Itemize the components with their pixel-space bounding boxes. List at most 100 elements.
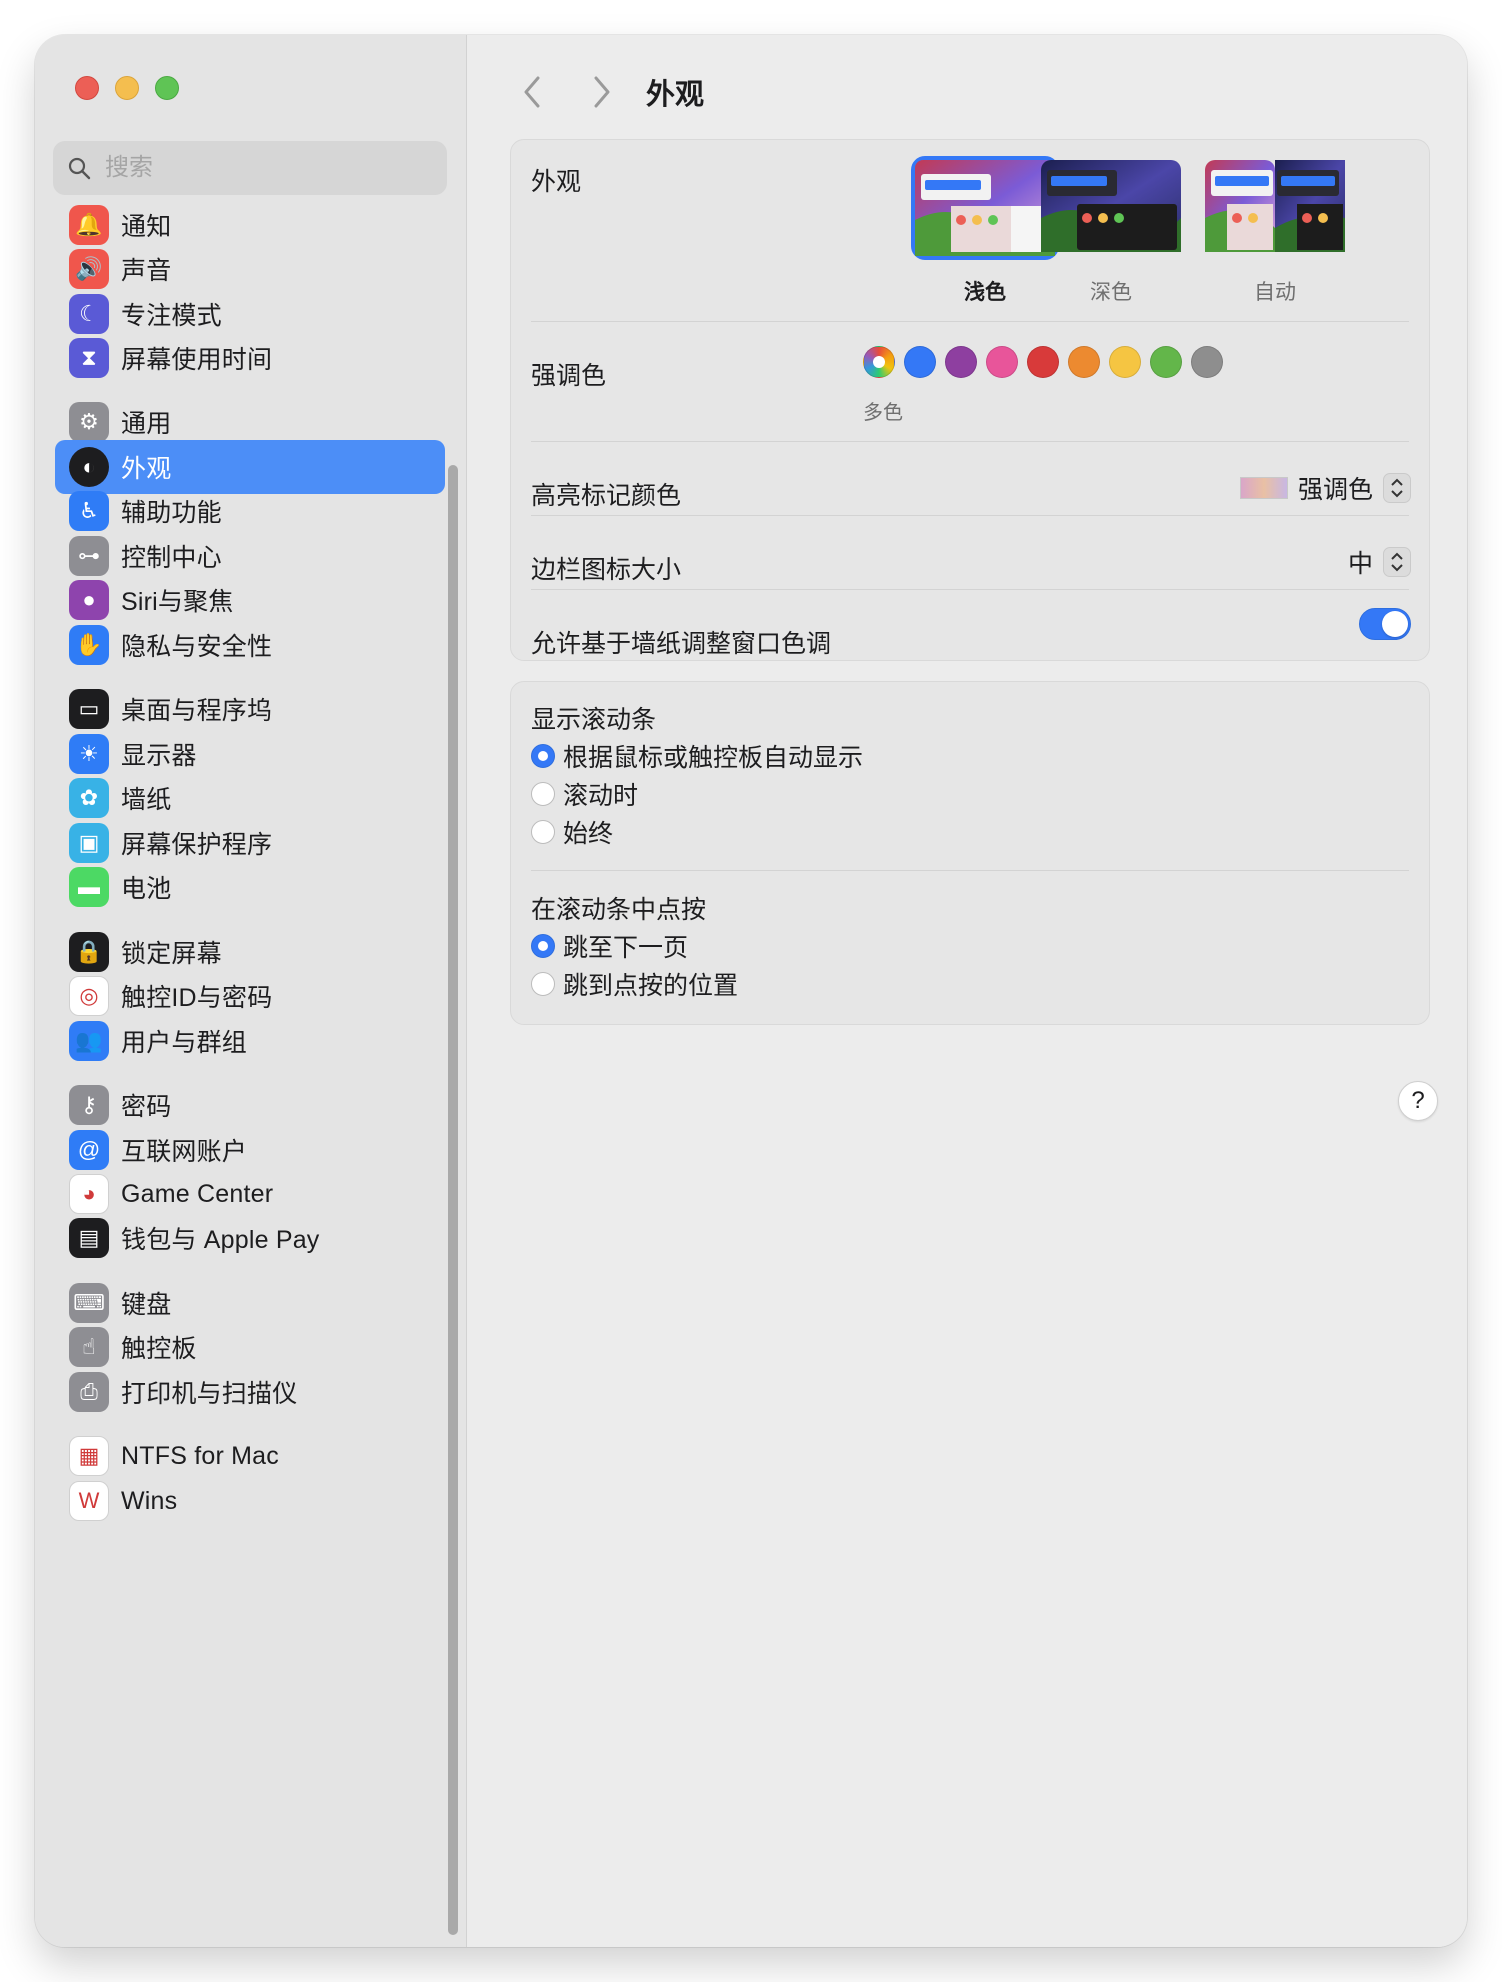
trackpad-icon: ☝ (69, 1327, 109, 1367)
search-icon (68, 157, 91, 180)
dark-mode-thumbnail (1041, 160, 1181, 252)
radio-clicked-spot[interactable]: 跳到点按的位置 (531, 966, 738, 1002)
scrollbar-card: 显示滚动条 根据鼠标或触控板自动显示 滚动时 始终 在滚动条中点按 跳至下一页 (510, 681, 1430, 1025)
close-button[interactable] (75, 76, 99, 100)
accent-color-swatch[interactable] (945, 346, 977, 378)
radio-auto[interactable]: 根据鼠标或触控板自动显示 (531, 738, 863, 774)
appearance-auto-label: 自动 (1254, 281, 1296, 304)
appearance-dark-option[interactable] (1041, 160, 1189, 264)
minimize-button[interactable] (115, 76, 139, 100)
radio-button[interactable] (531, 782, 555, 806)
sidebar-item-label: 密码 (121, 1093, 172, 1121)
radio-always[interactable]: 始终 (531, 814, 613, 850)
appearance-icon: ◐ (69, 447, 109, 487)
sidebar-item-label: 墙纸 (121, 786, 172, 814)
accent-color-swatch[interactable] (1027, 346, 1059, 378)
siri-icon: ● (69, 580, 109, 620)
sidebar-item-label: Siri与聚焦 (121, 588, 234, 616)
gear-icon: ⚙ (69, 402, 109, 442)
keyboard-icon: ⌨ (69, 1283, 109, 1323)
divider (531, 870, 1409, 871)
sidebar-item-wins[interactable]: W Wins (55, 1474, 445, 1528)
sidebar-item-label: 屏幕使用时间 (121, 346, 273, 374)
sidebar-item-battery[interactable]: ▬ 电池 (55, 860, 445, 914)
printer-icon: ⎙ (69, 1372, 109, 1412)
help-button[interactable]: ? (1398, 1081, 1438, 1121)
lock-icon: 🔒 (69, 932, 109, 972)
sidebar-scrollbar[interactable] (448, 465, 458, 1935)
sidebar-item-label: 互联网账户 (121, 1138, 248, 1166)
sidebar-item-label: 专注模式 (121, 302, 222, 330)
sidebar-item-privacy[interactable]: ✋ 隐私与安全性 (55, 618, 445, 672)
sidebar-item-printers[interactable]: ⎙ 打印机与扫描仪 (55, 1365, 445, 1419)
toggle-knob (1382, 611, 1408, 637)
click-scrollbar-label: 在滚动条中点按 (531, 896, 707, 924)
radio-label: 滚动时 (563, 782, 639, 810)
sidebar-item-screen-time[interactable]: ⧗ 屏幕使用时间 (55, 331, 445, 385)
wallpaper-tint-toggle[interactable] (1359, 608, 1411, 640)
sidebar-item-label: Game Center (121, 1179, 274, 1208)
radio-button[interactable] (531, 820, 555, 844)
appearance-light-option[interactable] (911, 156, 1059, 260)
page-title: 外观 (646, 79, 705, 111)
divider (531, 515, 1409, 516)
search-box[interactable] (53, 141, 447, 195)
toggles-icon: ⊶ (69, 536, 109, 576)
radio-button[interactable] (531, 934, 555, 958)
updown-chevron-icon (1383, 547, 1411, 577)
window-controls (75, 76, 179, 100)
selected-indicator (873, 356, 885, 368)
screensaver-icon: ▣ (69, 823, 109, 863)
hand-icon: ✋ (69, 625, 109, 665)
accent-multicolor-swatch[interactable] (863, 346, 895, 378)
at-icon: @ (69, 1130, 109, 1170)
accent-color-swatch[interactable] (1109, 346, 1141, 378)
sidebar-item-label: 外观 (121, 455, 172, 483)
accent-color-swatch[interactable] (986, 346, 1018, 378)
accent-color-swatch[interactable] (1068, 346, 1100, 378)
moon-icon: ☾ (69, 294, 109, 334)
radio-label: 始终 (563, 820, 614, 848)
accent-color-swatch[interactable] (904, 346, 936, 378)
sidebar-icon-size-value: 中 (1347, 550, 1373, 578)
sidebar-item-label: NTFS for Mac (121, 1441, 279, 1470)
radio-when-scrolling[interactable]: 滚动时 (531, 776, 638, 812)
radio-button[interactable] (531, 972, 555, 996)
appearance-card: 外观 浅色 深色 自动 强调色 多色 高亮标记颜色 强调色 边栏图标大小 中 允… (510, 139, 1430, 661)
highlight-color-label: 高亮标记颜色 (531, 482, 682, 510)
sidebar-item-label: 打印机与扫描仪 (121, 1380, 298, 1408)
sidebar-item-label: 屏幕保护程序 (121, 831, 273, 859)
sun-icon: ☀ (69, 734, 109, 774)
sidebar-icon-size-popup[interactable]: 中 (1348, 544, 1411, 580)
highlight-value: 强调色 (1297, 476, 1373, 504)
accent-color-label: 强调色 (531, 362, 607, 390)
radio-label: 跳至下一页 (563, 934, 689, 962)
radio-button[interactable] (531, 744, 555, 768)
sidebar-item-label: 控制中心 (121, 544, 222, 572)
highlight-color-popup[interactable]: 强调色 (1239, 470, 1411, 506)
chevron-left-icon (524, 76, 540, 108)
accent-color-swatch[interactable] (1191, 346, 1223, 378)
back-button[interactable] (514, 67, 550, 117)
auto-mode-thumbnail (1205, 160, 1345, 252)
appearance-auto-option[interactable] (1205, 160, 1353, 264)
game-center-icon: ◕ (69, 1174, 109, 1214)
search-input[interactable] (105, 154, 405, 182)
radio-next-page[interactable]: 跳至下一页 (531, 928, 688, 964)
sidebar-item-users[interactable]: 👥 用户与群组 (55, 1014, 445, 1068)
wallpaper-tint-label: 允许基于墙纸调整窗口色调 (531, 630, 832, 658)
sidebar-item-label: 隐私与安全性 (121, 633, 273, 661)
radio-label: 跳到点按的位置 (563, 972, 739, 1000)
zoom-button[interactable] (155, 76, 179, 100)
light-mode-thumbnail (915, 160, 1055, 256)
forward-button[interactable] (584, 67, 620, 117)
fingerprint-icon: ◎ (69, 976, 109, 1016)
sidebar-item-label: 用户与群组 (121, 1029, 248, 1057)
sidebar-item-label: 声音 (121, 257, 172, 285)
sidebar-item-wallet[interactable]: ▤ 钱包与 Apple Pay (55, 1211, 445, 1265)
sidebar-item-label: 锁定屏幕 (121, 940, 222, 968)
show-scrollbars-label: 显示滚动条 (531, 706, 657, 734)
appearance-dark-label: 深色 (1090, 281, 1132, 304)
accent-color-swatch[interactable] (1150, 346, 1182, 378)
wallet-icon: ▤ (69, 1218, 109, 1258)
